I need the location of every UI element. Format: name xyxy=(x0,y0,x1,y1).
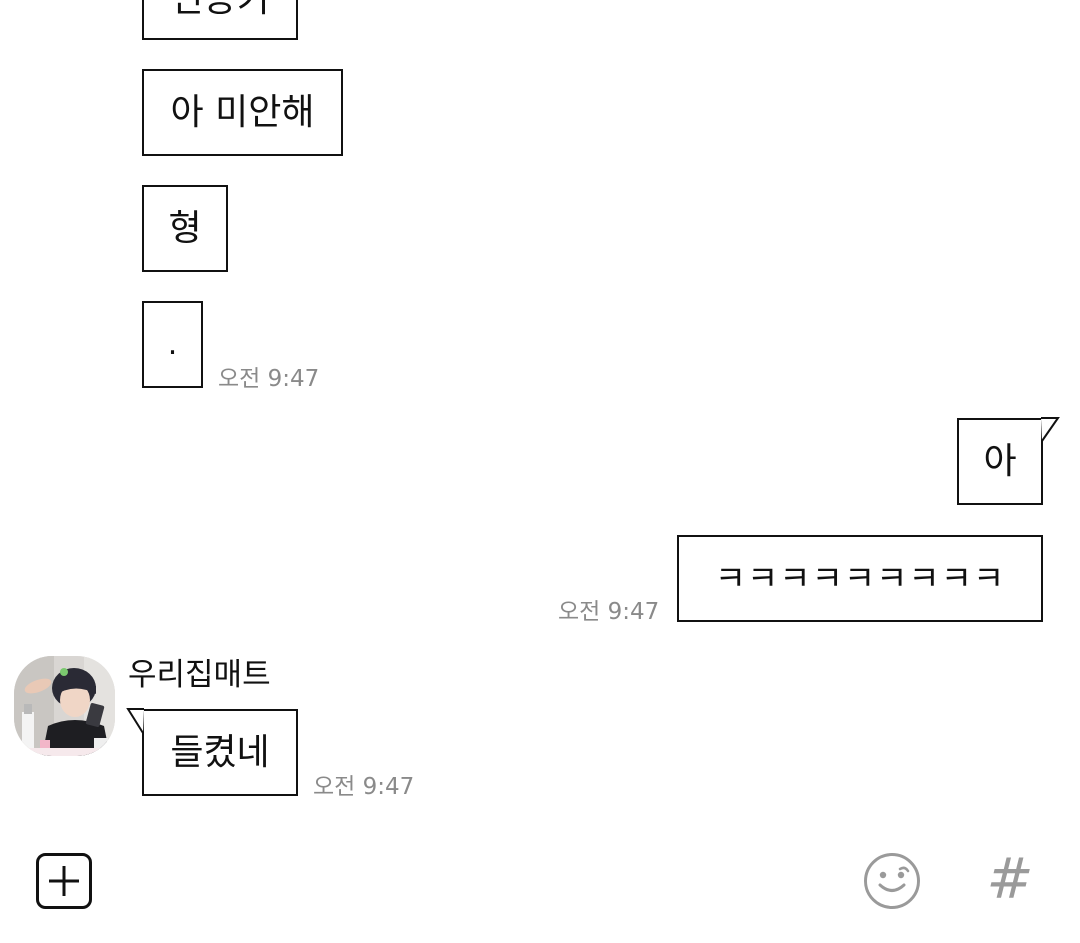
message-bubble-received[interactable]: 아 미안해 xyxy=(142,69,343,156)
message-bubble-sent[interactable]: 아 xyxy=(957,418,1043,505)
bubble-tail xyxy=(126,708,144,734)
message-bubble-received[interactable]: 형 xyxy=(142,185,228,272)
message-bubble-received[interactable]: . xyxy=(142,301,203,388)
hashtag-glyph: # xyxy=(986,847,1034,912)
message-text: 아 미안해 xyxy=(170,91,315,133)
message-bubble-received[interactable]: 인증키 xyxy=(142,0,298,40)
bubble-tail xyxy=(1041,417,1060,442)
message-timestamp: 오전 9:47 xyxy=(558,599,660,625)
message-text: 인증키 xyxy=(170,0,269,18)
message-text: 들켰네 xyxy=(170,731,270,773)
sender-avatar[interactable] xyxy=(14,656,115,756)
sender-name: 우리집매트 xyxy=(128,657,271,693)
avatar-photo xyxy=(14,656,115,756)
message-text: . xyxy=(167,326,178,362)
message-text: ㅋㅋㅋㅋㅋㅋㅋㅋㅋ xyxy=(714,558,1006,599)
smiley-icon[interactable] xyxy=(863,852,921,910)
plus-square-icon[interactable] xyxy=(36,853,92,909)
message-bubble-received[interactable]: 들켰네 xyxy=(142,709,298,796)
message-text: 형 xyxy=(168,207,202,249)
message-text: 아 xyxy=(983,440,1017,482)
message-timestamp: 오전 9:47 xyxy=(313,774,415,800)
message-bubble-sent[interactable]: ㅋㅋㅋㅋㅋㅋㅋㅋㅋ xyxy=(677,535,1043,622)
message-timestamp: 오전 9:47 xyxy=(218,366,320,392)
hashtag-icon[interactable]: # xyxy=(984,850,1036,910)
